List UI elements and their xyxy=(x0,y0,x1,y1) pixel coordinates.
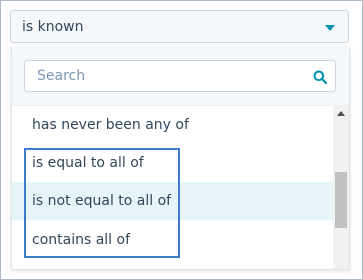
caret-down-icon[interactable] xyxy=(325,25,335,31)
search-input[interactable]: Search xyxy=(24,60,336,92)
search-area: Search xyxy=(12,47,349,106)
scrollbar[interactable] xyxy=(333,105,349,269)
search-icon[interactable] xyxy=(313,70,327,84)
list-item[interactable]: contains all of xyxy=(12,221,333,259)
list-item[interactable]: has never been any of xyxy=(12,106,333,144)
options-list: has never been any of is equal to all of… xyxy=(12,105,333,269)
search-placeholder: Search xyxy=(37,68,86,84)
scroll-thumb[interactable] xyxy=(335,172,347,228)
list-item[interactable]: is not equal to all of xyxy=(12,182,333,220)
scroll-up-arrow-icon[interactable] xyxy=(337,111,345,116)
operator-select-value: is known xyxy=(22,19,84,35)
list-item[interactable]: is equal to all of xyxy=(12,144,333,182)
dropdown-menu: Search has never been any of is equal to… xyxy=(11,47,350,270)
filter-operator-dropdown: is known Search has never been any of is… xyxy=(0,0,363,280)
operator-select[interactable]: is known xyxy=(10,10,349,43)
